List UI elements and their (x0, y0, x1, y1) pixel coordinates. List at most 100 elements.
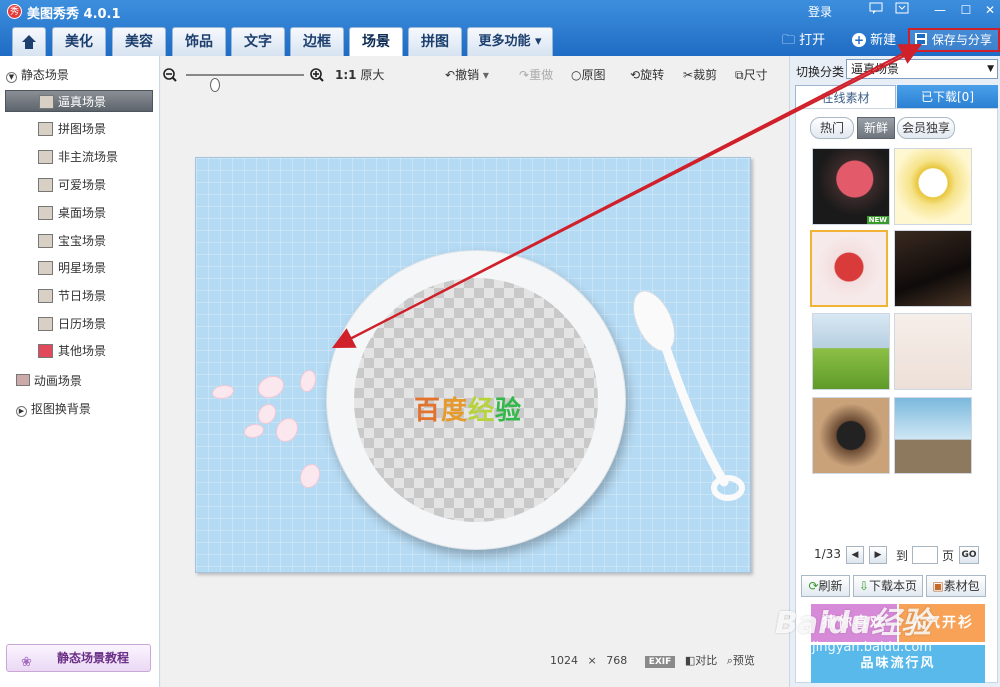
thumb-image (895, 398, 971, 473)
close-button[interactable]: ✕ (981, 2, 999, 18)
preview-button[interactable]: ⌕预览 (727, 654, 755, 667)
scene-item-label: 其他场景 (58, 344, 107, 358)
chevron-down-icon: ▾ (482, 68, 489, 82)
filter-new[interactable]: 新鲜 (857, 117, 895, 139)
image-height: 768 (606, 654, 628, 667)
category-select-value: 逼真场景 (851, 62, 900, 76)
thumb-image (895, 231, 971, 306)
material-thumb[interactable] (812, 313, 890, 390)
refresh-button[interactable]: ⟳刷新 (801, 575, 850, 597)
next-page-button[interactable]: ▶ (869, 546, 887, 564)
tab-text[interactable]: 文字 (231, 27, 285, 56)
tab-downloaded[interactable]: 已下载[0] (897, 85, 998, 109)
login-link[interactable]: 登录 (808, 3, 832, 20)
save-share-label: 保存与分享 (931, 33, 992, 47)
exif-badge[interactable]: EXIF (644, 656, 676, 668)
tab-home[interactable] (12, 27, 46, 56)
material-thumb[interactable] (894, 148, 972, 225)
compare-icon: ◧ (684, 654, 696, 667)
download-page-button[interactable]: ⇩下载本页 (853, 575, 923, 597)
filter-vip[interactable]: 会员独享 (897, 117, 955, 139)
go-button[interactable]: GO (959, 546, 979, 564)
new-button[interactable]: + 新建 (852, 31, 896, 51)
resize-button[interactable]: ⧉尺寸 (735, 64, 768, 86)
material-thumb[interactable] (810, 230, 888, 307)
scene-preview-image[interactable]: 百度经验 (195, 157, 751, 573)
scene-item-calendar[interactable]: 日历场景 (36, 313, 154, 335)
status-bar: 1024 × 768 EXIF ◧对比 ⌕预览 (550, 652, 755, 671)
preview-label: 预览 (732, 654, 755, 667)
scene-thumb-icon (38, 317, 53, 331)
rotate-label: 旋转 (640, 68, 665, 82)
thumb-image (895, 314, 971, 389)
redo-button[interactable]: ↷重做 (519, 64, 553, 86)
open-button[interactable]: 🗀 打开 (782, 31, 825, 51)
petal-image (276, 418, 298, 442)
redo-icon: ↷ (519, 68, 530, 82)
tab-collage[interactable]: 拼图 (408, 27, 462, 56)
undo-label: 撤销 (455, 68, 480, 82)
switch-category-label: 切换分类 (796, 65, 845, 79)
tab-beautify[interactable]: 美化 (52, 27, 106, 56)
scene-item-label: 拼图场景 (58, 122, 107, 136)
tab-beauty[interactable]: 美容 (112, 27, 166, 56)
material-pack-button[interactable]: ▣素材包 (926, 575, 986, 597)
overlay-char: 度 (441, 396, 469, 426)
actual-size-button[interactable]: 1:1 原大 (335, 64, 384, 86)
material-thumb[interactable] (894, 397, 972, 474)
app-title: 美图秀秀 4.0.1 (27, 7, 121, 22)
tab-accessories[interactable]: 饰品 (172, 27, 226, 56)
save-share-button[interactable]: 保存与分享 (908, 28, 1000, 52)
goto-label: 到 (896, 549, 909, 563)
material-thumb[interactable] (894, 230, 972, 307)
static-scene-group[interactable]: ▼ 静态场景 (6, 63, 69, 87)
scene-item-desktop[interactable]: 桌面场景 (36, 202, 154, 224)
tab-scene[interactable]: 场景 (349, 27, 403, 56)
matting-group[interactable]: ▶ 抠图换背景 (16, 397, 91, 421)
material-thumb[interactable]: NEW (812, 148, 890, 225)
scene-item-alternative[interactable]: 非主流场景 (36, 146, 154, 168)
scene-item-realistic[interactable]: 逼真场景 (5, 90, 153, 112)
page-number-input[interactable] (912, 546, 938, 564)
scene-item-cute[interactable]: 可爱场景 (36, 174, 154, 196)
minimize-button[interactable]: — (931, 2, 949, 18)
zoom-slider-thumb[interactable] (210, 78, 220, 92)
feedback-icon[interactable] (867, 2, 885, 18)
tab-more[interactable]: 更多功能 ▾ (467, 27, 553, 56)
animated-scene-icon (16, 374, 30, 386)
original-button[interactable]: ○原图 (571, 64, 606, 86)
scene-item-baby[interactable]: 宝宝场景 (36, 230, 154, 252)
petal-image (212, 385, 234, 399)
thumb-image (813, 398, 889, 473)
material-thumb[interactable] (812, 397, 890, 474)
chevron-down-icon: ▼ (987, 64, 994, 74)
zoom-slider-track[interactable] (186, 74, 304, 92)
download-icon: ⇩ (858, 579, 870, 593)
scene-item-star[interactable]: 明星场景 (36, 257, 154, 279)
zoom-in-icon[interactable] (310, 64, 324, 86)
crop-button[interactable]: ✂裁剪 (683, 64, 717, 86)
thumb-image (812, 232, 886, 305)
material-thumb[interactable] (894, 313, 972, 390)
scene-thumb-icon (38, 206, 53, 220)
scene-thumb-icon (38, 289, 53, 303)
static-scene-tutorial-button[interactable]: ❀ 静态场景教程 (6, 644, 151, 672)
scene-item-collage[interactable]: 拼图场景 (36, 118, 154, 140)
zoom-out-icon[interactable] (163, 64, 177, 86)
filter-hot[interactable]: 热门 (810, 117, 854, 139)
app-window: 秀 美图秀秀 4.0.1 登录 — ☐ ✕ 美化 美容 饰品 文字 边框 场景 … (0, 0, 1000, 687)
rotate-button[interactable]: ⟲旋转 (630, 64, 664, 86)
crop-label: 裁剪 (693, 68, 718, 82)
prev-page-button[interactable]: ◀ (846, 546, 864, 564)
compare-button[interactable]: ◧对比 (685, 654, 717, 667)
tab-online-materials[interactable]: 在线素材 (795, 85, 896, 109)
scene-item-other[interactable]: 其他场景 (36, 340, 154, 362)
category-select[interactable]: 逼真场景 ▼ (846, 59, 998, 79)
undo-button[interactable]: ↶撤销 ▾ (445, 64, 489, 86)
tab-frame[interactable]: 边框 (290, 27, 344, 56)
animated-scene-group[interactable]: 动画场景 (16, 369, 82, 393)
resize-icon: ⧉ (735, 68, 744, 82)
menu-icon[interactable] (893, 2, 911, 18)
maximize-button[interactable]: ☐ (957, 2, 975, 18)
scene-item-holiday[interactable]: 节日场景 (36, 285, 154, 307)
